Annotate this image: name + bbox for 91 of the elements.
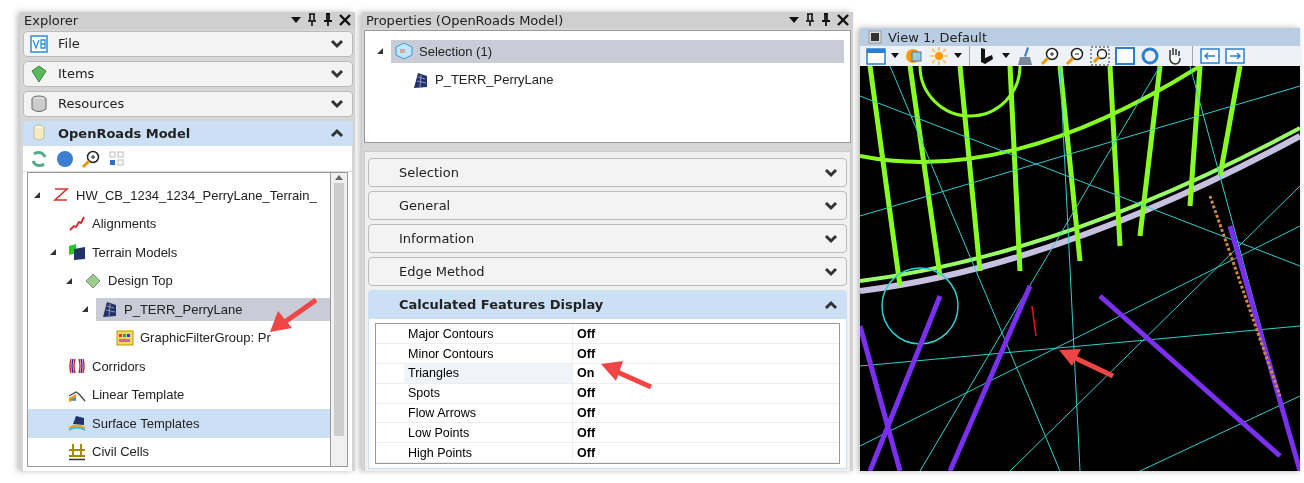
close-icon[interactable] <box>837 14 849 27</box>
tree-item[interactable]: Civil Cells <box>64 440 152 464</box>
chevron-down-icon[interactable] <box>824 233 838 244</box>
cell-icon <box>68 442 86 461</box>
view-title: View 1, Default <box>888 29 988 45</box>
accordion-header[interactable]: Resources <box>23 90 353 117</box>
accordion-header[interactable]: Edge Method <box>368 257 847 287</box>
zoom-out-icon[interactable] <box>1065 46 1085 66</box>
property-value[interactable]: On <box>572 364 839 383</box>
selected-tree-item[interactable]: P_TERR_PerryLane <box>96 297 330 321</box>
expand-triangle-icon[interactable] <box>65 276 73 285</box>
corridor-icon <box>68 357 86 376</box>
accordion-header[interactable]: Items <box>23 60 353 87</box>
chevron-down-icon[interactable] <box>824 167 838 178</box>
dropdown-icon[interactable] <box>1002 53 1010 59</box>
property-name: Low Points <box>407 424 471 442</box>
tree-item[interactable]: Corridors <box>64 354 148 378</box>
chevron-down-icon[interactable] <box>330 68 344 79</box>
expand-triangle-icon[interactable] <box>33 191 41 200</box>
tree-item[interactable]: Design Top <box>80 269 175 293</box>
property-value[interactable]: Off <box>572 403 839 423</box>
refresh-icon[interactable] <box>29 148 49 169</box>
expand-triangle-icon[interactable] <box>81 305 89 314</box>
tree-item[interactable]: Linear Template <box>64 383 187 407</box>
chevron-down-icon[interactable] <box>824 266 838 277</box>
expand-triangle-icon[interactable] <box>49 248 57 257</box>
close-icon[interactable] <box>339 14 351 27</box>
gem-icon <box>30 64 48 83</box>
expand-triangle-icon[interactable] <box>376 47 384 56</box>
pin-icon[interactable] <box>323 13 333 28</box>
panel-title: Explorer <box>24 12 80 28</box>
sphere-icon[interactable] <box>55 148 75 169</box>
previous-view-icon[interactable] <box>1200 46 1220 66</box>
property-value[interactable]: Off <box>572 324 839 344</box>
scrollbar[interactable] <box>331 172 348 467</box>
mesh-flag-icon <box>100 300 118 319</box>
zoom-in-icon[interactable] <box>1040 46 1060 66</box>
v8-icon <box>30 34 48 53</box>
dropdown-icon[interactable] <box>954 53 962 59</box>
pin-icon[interactable] <box>307 13 317 28</box>
tree-item[interactable]: P_TERR_PerryLane <box>407 68 556 92</box>
accordion-header[interactable]: OpenRoads Model <box>23 120 353 147</box>
next-view-icon[interactable] <box>1225 46 1245 66</box>
property-name: Flow Arrows <box>407 405 478 422</box>
zoom-in-icon[interactable] <box>81 148 101 169</box>
tree-item[interactable]: Alignments <box>64 212 159 236</box>
accordion-header[interactable]: Calculated Features Display <box>368 290 847 320</box>
pin-icon[interactable] <box>805 13 815 28</box>
tree-item[interactable]: Terrain Models <box>64 240 180 264</box>
zigzag-line-icon <box>68 214 86 233</box>
cube-icon <box>395 42 413 61</box>
property-name: High Points <box>407 444 473 462</box>
property-name: Minor Contours <box>407 345 495 363</box>
accordion-header[interactable]: Selection <box>368 158 847 188</box>
display-style-icon[interactable] <box>904 46 924 66</box>
tree-item[interactable]: GraphicFilterGroup: Pr <box>112 326 273 350</box>
accordion-header[interactable]: File <box>23 30 353 57</box>
accordion-header[interactable]: General <box>368 191 847 221</box>
panel-title: Properties (OpenRoads Model) <box>366 12 565 28</box>
property-value[interactable]: Off <box>572 443 839 462</box>
window-zoom-icon[interactable] <box>1090 46 1110 66</box>
chevron-up-icon[interactable] <box>824 299 838 310</box>
surface-template-icon <box>68 414 86 433</box>
grid-icon[interactable] <box>107 148 127 169</box>
dropdown-icon[interactable] <box>291 16 301 25</box>
property-name: Major Contours <box>407 325 495 343</box>
property-name: Triangles <box>404 364 572 383</box>
selected-tree-item[interactable]: Selection (1) <box>391 39 844 63</box>
property-value[interactable]: Off <box>572 383 839 403</box>
property-name: Spots <box>407 385 441 403</box>
cylinder-icon <box>30 124 48 143</box>
diamond-icon <box>84 271 102 290</box>
chevron-down-icon[interactable] <box>330 38 344 49</box>
terrain-flags-icon <box>68 243 86 262</box>
dropdown-icon[interactable] <box>891 53 899 59</box>
view-attributes-icon[interactable] <box>866 46 886 66</box>
accordion-header[interactable]: Information <box>368 224 847 254</box>
tree-item[interactable]: HW_CB_1234_1234_PerryLane_Terrain_ <box>48 183 319 207</box>
database-icon <box>30 94 48 113</box>
pin-icon[interactable] <box>821 13 831 28</box>
palette-folder-icon <box>116 328 134 347</box>
property-value[interactable]: Off <box>572 344 839 363</box>
chevron-up-icon[interactable] <box>330 128 344 139</box>
mesh-flag-icon <box>411 70 429 89</box>
dropdown-icon[interactable] <box>789 16 799 25</box>
chevron-down-icon[interactable] <box>824 200 838 211</box>
window-icon <box>868 30 882 44</box>
chevron-down-icon[interactable] <box>330 98 344 109</box>
property-value[interactable]: Off <box>572 423 839 443</box>
brush-icon[interactable] <box>1015 46 1035 66</box>
callout-arrow <box>1057 346 1117 380</box>
